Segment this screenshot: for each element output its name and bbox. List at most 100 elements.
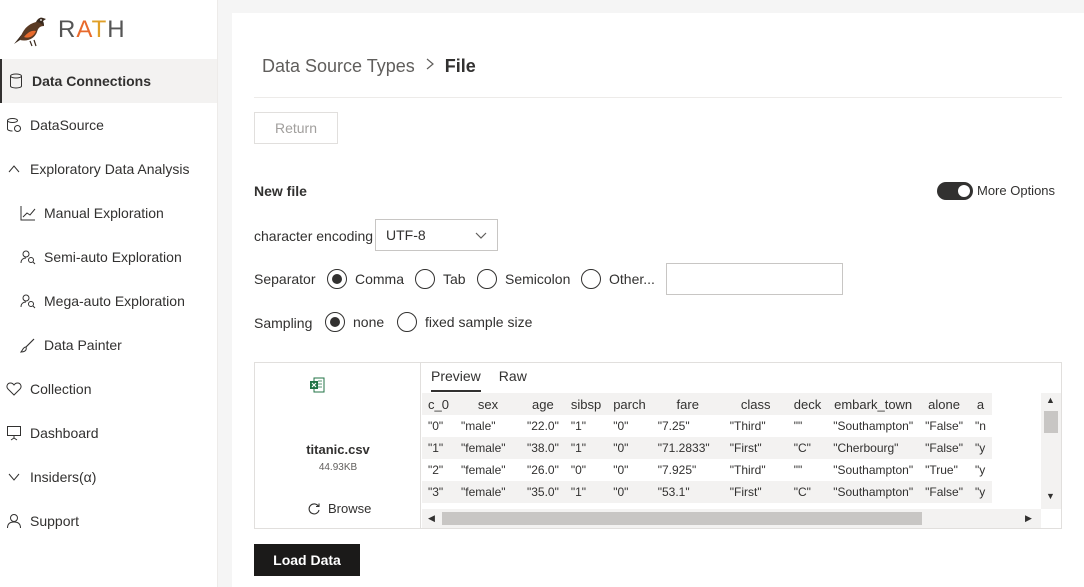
brush-icon [20, 337, 36, 353]
radio-label: Tab [443, 271, 466, 287]
sidebar-item-data-painter[interactable]: Data Painter [0, 323, 217, 367]
radio-circle [325, 312, 345, 332]
sampling-radio-fixed-sample-size[interactable]: fixed sample size [397, 312, 532, 332]
column-header[interactable]: sibsp [564, 393, 608, 415]
file-preview-card: titanic.csv 44.93KB Browse Preview Raw c… [254, 362, 1062, 529]
heart-icon [6, 381, 22, 397]
table-cell: "0" [607, 415, 652, 437]
column-header[interactable]: parch [607, 393, 652, 415]
preview-table: c_0 sex age sibsp parch fare class deck … [422, 393, 992, 503]
radio-circle [415, 269, 435, 289]
sidebar-item-support[interactable]: Support [0, 499, 217, 543]
sidebar-item-label: Dashboard [30, 425, 99, 441]
tab-preview[interactable]: Preview [431, 368, 481, 392]
breadcrumb-parent[interactable]: Data Source Types [262, 56, 415, 77]
table-cell: "1" [564, 415, 608, 437]
table-cell: "1" [422, 437, 455, 459]
table-cell: "7.925" [651, 459, 724, 481]
sidebar-item-label: Exploratory Data Analysis [30, 161, 190, 177]
table-cell: "0" [564, 459, 608, 481]
sidebar-item-label: Data Connections [32, 73, 152, 89]
separator-label: Separator [254, 271, 316, 287]
separator-radio-comma[interactable]: Comma [327, 269, 404, 289]
sampling-radio-none[interactable]: none [325, 312, 384, 332]
radio-label: fixed sample size [425, 314, 533, 330]
radio-circle [397, 312, 417, 332]
sidebar-item-label: DataSource [30, 117, 104, 133]
table-row: "0" "male" "22.0" "1" "0" "7.25" "Third"… [422, 415, 992, 437]
column-header[interactable]: class [723, 393, 788, 415]
more-options-toggle[interactable] [937, 182, 973, 200]
sidebar-item-semi-auto-exploration[interactable]: Semi-auto Exploration [0, 235, 217, 279]
table-cell: "C" [787, 481, 828, 503]
sidebar-item-label: Insiders(α) [30, 469, 97, 485]
table-cell: "female" [454, 481, 521, 503]
toggle-knob [958, 185, 970, 197]
vertical-scrollbar[interactable]: ▲ ▼ [1041, 393, 1061, 509]
column-header[interactable]: fare [651, 393, 724, 415]
chevron-up-icon [6, 161, 22, 177]
table-cell: "True" [919, 459, 969, 481]
load-data-button[interactable]: Load Data [254, 544, 360, 576]
browse-button[interactable]: Browse [307, 501, 371, 516]
scroll-right-icon[interactable]: ▶ [1025, 513, 1032, 524]
column-header[interactable]: c_0 [422, 393, 455, 415]
sidebar-item-insiders[interactable]: Insiders(α) [0, 455, 217, 499]
encoding-select[interactable]: UTF-8 [375, 219, 498, 251]
scroll-left-icon[interactable]: ◀ [428, 513, 435, 524]
encoding-value: UTF-8 [386, 227, 426, 243]
column-header[interactable]: a [968, 393, 992, 415]
table-cell: "35.0" [520, 481, 565, 503]
separator-radio-semicolon[interactable]: Semicolon [477, 269, 570, 289]
app-name: RATH [58, 16, 126, 43]
separator-radio-other[interactable]: Other... [581, 269, 655, 289]
table-cell: "False" [919, 481, 969, 503]
file-info: titanic.csv 44.93KB Browse [255, 363, 421, 528]
column-header[interactable]: embark_town [827, 393, 920, 415]
radio-circle [477, 269, 497, 289]
sidebar-item-exploratory-data-analysis[interactable]: Exploratory Data Analysis [0, 147, 217, 191]
scrollbar-thumb[interactable] [442, 512, 922, 525]
table-cell: "3" [422, 481, 455, 503]
table-cell: "Southampton" [827, 415, 920, 437]
breadcrumb-current: File [444, 55, 476, 76]
radio-label: Semicolon [505, 271, 571, 287]
table-cell: "0" [422, 415, 455, 437]
table-header-row: c_0 sex age sibsp parch fare class deck … [422, 393, 992, 415]
preview-tabs: Preview Raw [431, 368, 545, 392]
column-header[interactable]: sex [454, 393, 521, 415]
return-button[interactable]: Return [254, 112, 338, 144]
column-header[interactable]: age [520, 393, 565, 415]
radio-label: Other... [609, 271, 655, 287]
excel-file-icon [310, 377, 325, 393]
refresh-icon [308, 502, 320, 514]
sidebar-item-manual-exploration[interactable]: Manual Exploration [0, 191, 217, 235]
column-header[interactable]: deck [787, 393, 828, 415]
tab-raw[interactable]: Raw [499, 368, 527, 392]
user-search-icon [20, 249, 36, 265]
app-logo[interactable]: RATH [10, 10, 126, 50]
sidebar-item-data-connections[interactable]: Data Connections [0, 59, 217, 103]
table-cell: "y [968, 481, 992, 503]
line-chart-icon [20, 205, 36, 221]
column-header[interactable]: alone [919, 393, 969, 415]
separator-radio-tab[interactable]: Tab [415, 269, 466, 289]
table-cell: "Third" [723, 415, 788, 437]
sidebar-item-dashboard[interactable]: Dashboard [0, 411, 217, 455]
sidebar-item-label: Manual Exploration [44, 205, 164, 221]
table-cell: "22.0" [520, 415, 565, 437]
table-row: "2" "female" "26.0" "0" "0" "7.925" "Thi… [422, 459, 992, 481]
table-cell: "y [968, 437, 992, 459]
scroll-up-icon[interactable]: ▲ [1046, 395, 1055, 405]
horizontal-scrollbar[interactable]: ◀ ▶ [422, 509, 1041, 528]
sidebar-item-datasource[interactable]: DataSource [0, 103, 217, 147]
scrollbar-thumb[interactable] [1044, 411, 1058, 433]
sidebar-item-collection[interactable]: Collection [0, 367, 217, 411]
sidebar-item-mega-auto-exploration[interactable]: Mega-auto Exploration [0, 279, 217, 323]
user-search-icon [20, 293, 36, 309]
scroll-down-icon[interactable]: ▼ [1046, 491, 1055, 501]
separator-other-input[interactable] [666, 263, 843, 295]
table-cell: "" [787, 415, 828, 437]
sidebar-item-label: Support [30, 513, 80, 529]
sidebar-item-label: Semi-auto Exploration [44, 249, 182, 265]
